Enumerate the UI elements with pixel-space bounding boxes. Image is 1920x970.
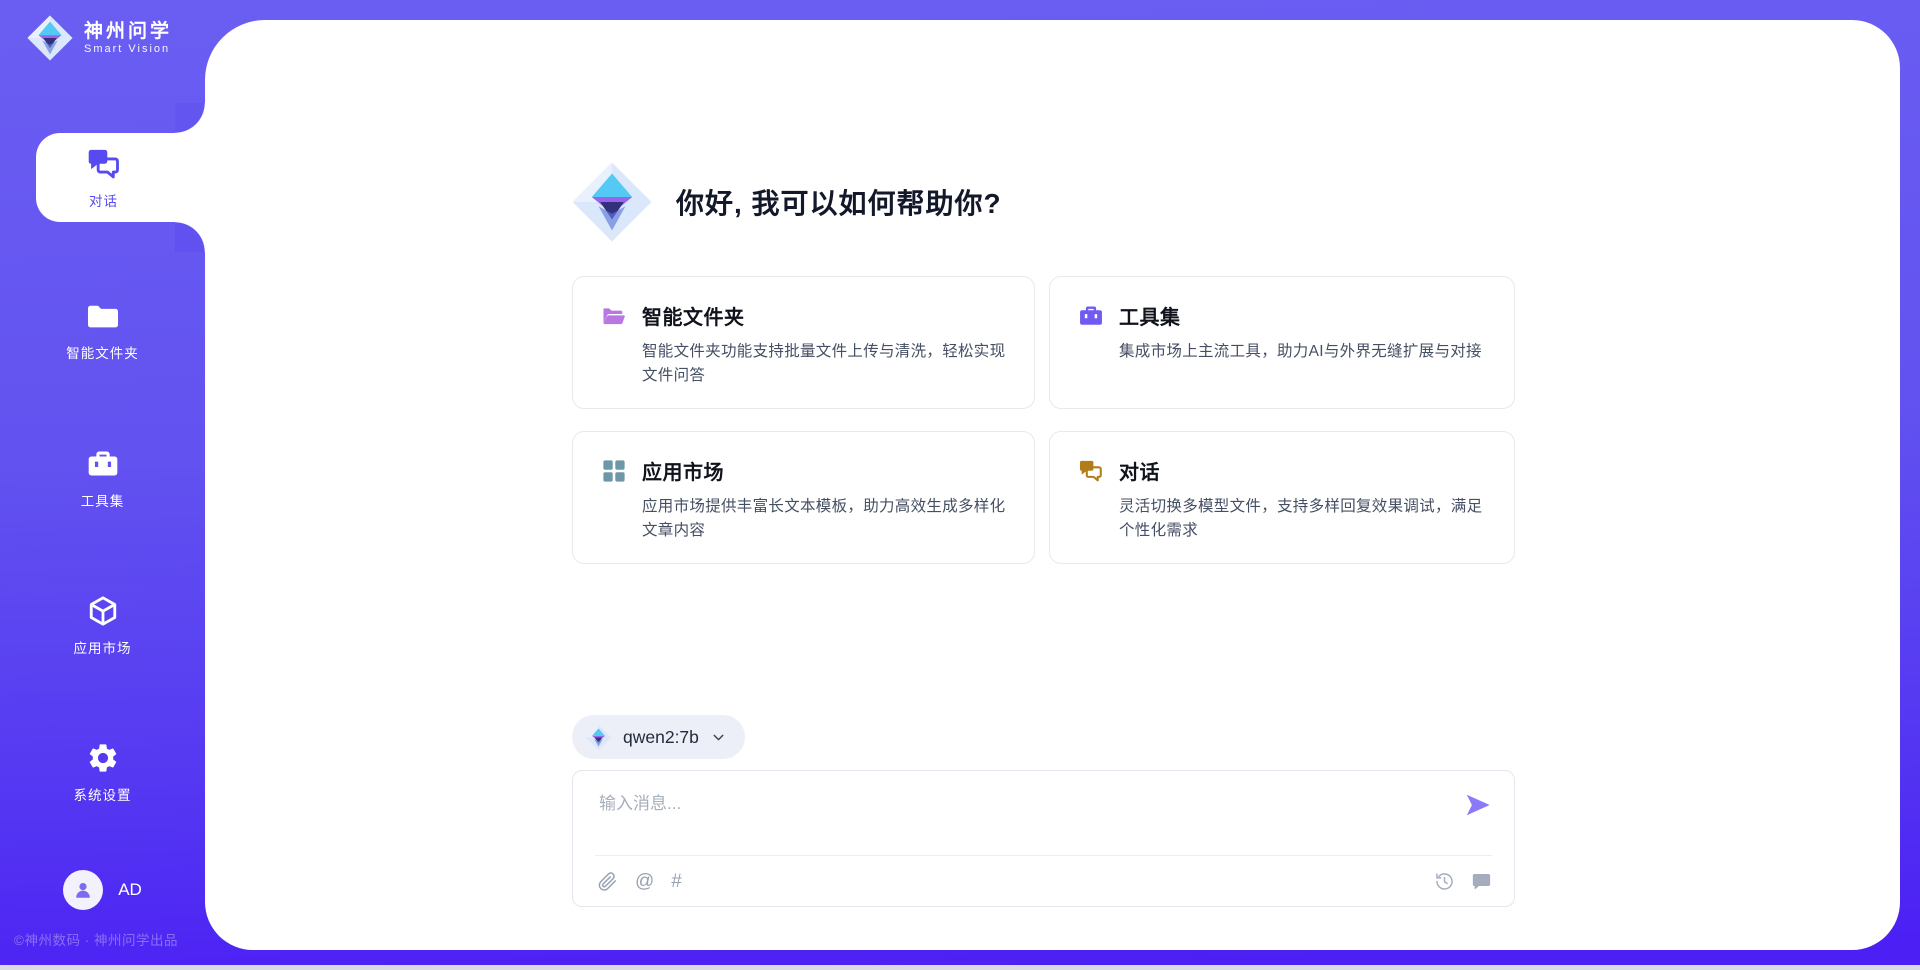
card-description: 智能文件夹功能支持批量文件上传与清洗，轻松实现文件问答	[642, 340, 1006, 388]
message-input[interactable]	[597, 787, 1451, 849]
mention-icon[interactable]: @	[635, 872, 654, 891]
toolbox-icon	[1078, 303, 1104, 329]
app-window: 神州问学 Smart Vision 对话 智能文件夹 工具集 应用市场 系统设置…	[0, 0, 1920, 970]
active-tab-bottom-fillet	[175, 222, 205, 252]
composer-toolbar: @ #	[597, 856, 1492, 906]
brand-name-cn: 神州问学	[84, 21, 172, 43]
folder-icon	[86, 299, 120, 333]
grid-icon	[601, 458, 627, 484]
model-name: qwen2:7b	[623, 727, 699, 748]
avatar	[63, 870, 103, 910]
card-smart-folder[interactable]: 智能文件夹 智能文件夹功能支持批量文件上传与清洗，轻松实现文件问答	[572, 276, 1035, 409]
paperclip-icon	[597, 871, 618, 892]
sidebar-item-smart-folder[interactable]: 智能文件夹	[0, 299, 205, 362]
hash-icon[interactable]: #	[671, 872, 682, 891]
sidebar-item-app-market[interactable]: 应用市场	[0, 594, 205, 657]
cube-icon	[86, 594, 120, 628]
active-tab-top-fillet	[175, 103, 205, 133]
sidebar-item-label: 系统设置	[74, 784, 132, 804]
chevron-down-icon	[710, 729, 727, 746]
sidebar-item-label: 智能文件夹	[66, 342, 139, 362]
send-icon	[1464, 791, 1492, 819]
attach-file-button[interactable]	[597, 871, 618, 892]
sidebar-item-chat[interactable]: 对话	[36, 133, 205, 222]
feedback-button[interactable]	[1471, 871, 1492, 892]
model-selector[interactable]: qwen2:7b	[572, 715, 745, 759]
greeting-text: 你好, 我可以如何帮助你?	[676, 182, 1002, 222]
card-title: 应用市场	[642, 456, 724, 485]
desktop-edge	[0, 965, 1920, 970]
copyright-footer: ©神州数码 · 神州问学出品	[14, 929, 178, 949]
sidebar-item-toolset[interactable]: 工具集	[0, 447, 205, 510]
chat-bubbles-icon	[1078, 458, 1104, 484]
send-button[interactable]	[1464, 791, 1492, 819]
brand-name-en: Smart Vision	[84, 43, 172, 55]
brand-logo: 神州问学 Smart Vision	[26, 14, 172, 62]
message-composer: @ #	[572, 770, 1515, 907]
sidebar-item-label: 对话	[89, 190, 118, 210]
diamond-gem-logo-icon	[26, 14, 74, 62]
history-icon	[1434, 871, 1455, 892]
card-title: 工具集	[1119, 301, 1181, 330]
diamond-gem-logo-icon	[585, 724, 612, 751]
history-button[interactable]	[1434, 871, 1455, 892]
card-app-market[interactable]: 应用市场 应用市场提供丰富长文本模板，助力高效生成多样化文章内容	[572, 431, 1035, 564]
diamond-gem-logo-icon	[570, 160, 654, 244]
user-account[interactable]: AD	[0, 870, 205, 910]
open-folder-icon	[601, 303, 627, 329]
user-name: AD	[118, 880, 142, 900]
gear-icon	[86, 741, 120, 775]
sidebar-item-label: 工具集	[81, 490, 125, 510]
greeting: 你好, 我可以如何帮助你?	[570, 160, 1002, 244]
sidebar-item-label: 应用市场	[74, 637, 132, 657]
card-title: 对话	[1119, 456, 1160, 485]
card-chat[interactable]: 对话 灵活切换多模型文件，支持多样回复效果调试，满足个性化需求	[1049, 431, 1515, 564]
card-description: 应用市场提供丰富长文本模板，助力高效生成多样化文章内容	[642, 495, 1006, 543]
feature-cards: 智能文件夹 智能文件夹功能支持批量文件上传与清洗，轻松实现文件问答 工具集 集成…	[572, 276, 1515, 564]
toolbox-icon	[86, 447, 120, 481]
person-icon	[71, 878, 95, 902]
card-title: 智能文件夹	[642, 301, 745, 330]
card-description: 灵活切换多模型文件，支持多样回复效果调试，满足个性化需求	[1119, 495, 1486, 543]
card-toolset[interactable]: 工具集 集成市场上主流工具，助力AI与外界无缝扩展与对接	[1049, 276, 1515, 409]
sidebar-item-settings[interactable]: 系统设置	[0, 741, 205, 804]
card-description: 集成市场上主流工具，助力AI与外界无缝扩展与对接	[1119, 340, 1486, 364]
chat-bubbles-icon	[86, 146, 122, 182]
feedback-bubble-icon	[1471, 871, 1492, 892]
